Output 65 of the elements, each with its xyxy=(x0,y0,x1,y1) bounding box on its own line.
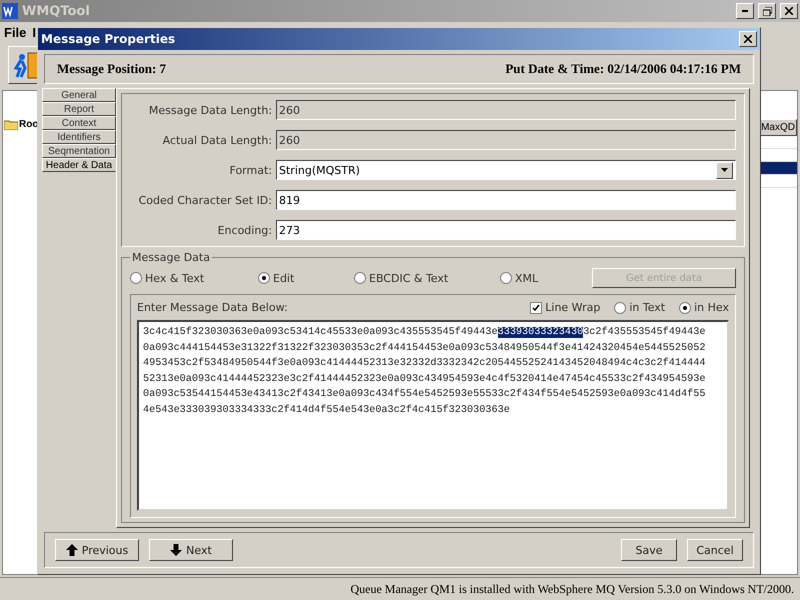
checkbox[interactable] xyxy=(530,302,542,314)
restore-icon xyxy=(762,6,772,16)
radio-button[interactable] xyxy=(500,272,512,284)
tab[interactable]: Header & Data xyxy=(42,158,116,172)
radio-button[interactable] xyxy=(354,272,366,284)
tab[interactable]: Seqmentation xyxy=(42,144,116,158)
radio-button[interactable] xyxy=(614,302,626,314)
hex-text: 0a093c53544154453e43413c2f43413e0a093c434f554e5452593e55533c2f434f554e5452593e0a093c414d4f55 xyxy=(143,389,706,400)
tab[interactable]: Context xyxy=(42,116,116,130)
readonly-field: 260 xyxy=(276,100,736,120)
app-icon xyxy=(2,3,18,19)
tab[interactable]: Identifiers xyxy=(42,130,116,144)
radio-button[interactable] xyxy=(679,302,692,314)
app-title: WMQTool xyxy=(22,4,90,18)
close-icon xyxy=(744,35,752,43)
minimize-button[interactable] xyxy=(736,3,754,19)
radio-label: Edit xyxy=(273,272,294,284)
dialog-title: Message Properties xyxy=(41,32,176,46)
prompt-text: Enter Message Data Below: xyxy=(137,301,288,314)
column-header[interactable]: MaxQD xyxy=(759,119,797,136)
tab[interactable]: General xyxy=(42,88,116,102)
field-label: Coded Character Set ID: xyxy=(138,194,272,206)
input-field[interactable]: 273 xyxy=(276,220,736,240)
close-icon xyxy=(785,7,793,15)
down-arrow-icon xyxy=(170,544,182,556)
format-dropdown[interactable]: String(MQSTR) xyxy=(276,160,736,180)
message-position: Message Position: 7 xyxy=(57,61,166,77)
radio-label: XML xyxy=(515,272,538,284)
dialog-button[interactable]: Cancel xyxy=(687,539,743,561)
menu-item[interactable]: I xyxy=(32,24,36,40)
hex-text: 52313e0a093c41444452323e3c2f41444452323e0a093c434954593e4c4f5320414e47454c45533c2f434954593e xyxy=(143,374,706,385)
radio-label: Hex & Text xyxy=(145,272,204,284)
restore-button[interactable] xyxy=(758,3,776,19)
minimize-icon xyxy=(742,10,748,12)
radio-button[interactable] xyxy=(258,272,270,284)
selected-text: 33393033323430 xyxy=(498,327,584,338)
hex-text: 4953453c2f53484950544f3e0a093c41444452313e32332d3332342c20544552524143452048494c4c3c2f414444 xyxy=(143,358,706,370)
tab[interactable]: Report xyxy=(42,102,116,116)
dialog-button[interactable]: Save xyxy=(621,539,677,561)
close-button[interactable] xyxy=(739,31,757,47)
field-label: Encoding: xyxy=(216,224,272,236)
checkbox-label: Line Wrap xyxy=(545,301,600,314)
field-label: Format: xyxy=(228,164,272,176)
hex-text: 4e543e333039303334333c2f414d4f554e543e0a3c2f4c415f323030363e xyxy=(143,404,510,416)
hex-text: 3c2f435553545f49443e xyxy=(583,327,706,338)
radio-label: EBCDIC & Text xyxy=(369,272,448,284)
up-arrow-icon xyxy=(66,544,78,556)
dialog-button[interactable]: Previous xyxy=(55,539,139,561)
input-field[interactable]: 819 xyxy=(276,190,736,210)
put-date-time: Put Date & Time: 02/14/2006 04:17:16 PM xyxy=(505,61,741,77)
dialog-button[interactable]: Next xyxy=(149,539,233,561)
radio-label: in Hex xyxy=(694,301,729,314)
radio-label: in Text xyxy=(629,301,666,314)
group-title: Message Data xyxy=(131,251,211,264)
hex-text: 0a093c444154453e31322f31322f323030353c2f444154453e0a093c53484950544f3e41424320454e5445525052 xyxy=(143,342,706,354)
folder-icon xyxy=(4,119,18,130)
field-label: Actual Data Length: xyxy=(162,134,272,146)
menu-item[interactable]: File xyxy=(4,24,26,40)
message-data-field[interactable] xyxy=(137,320,729,511)
field-label: Message Data Length: xyxy=(148,104,272,116)
status-text: Queue Manager QM1 is installed with WebSphere MQ Version 5.3.0 on Windows NT/2000. xyxy=(350,582,794,596)
hex-text: 3c4c415f323030363e0a093c53414c45533e0a093c435553545f49443e xyxy=(143,327,498,338)
close-button[interactable] xyxy=(780,3,798,19)
readonly-field: 260 xyxy=(276,130,736,150)
radio-button[interactable] xyxy=(130,272,142,284)
